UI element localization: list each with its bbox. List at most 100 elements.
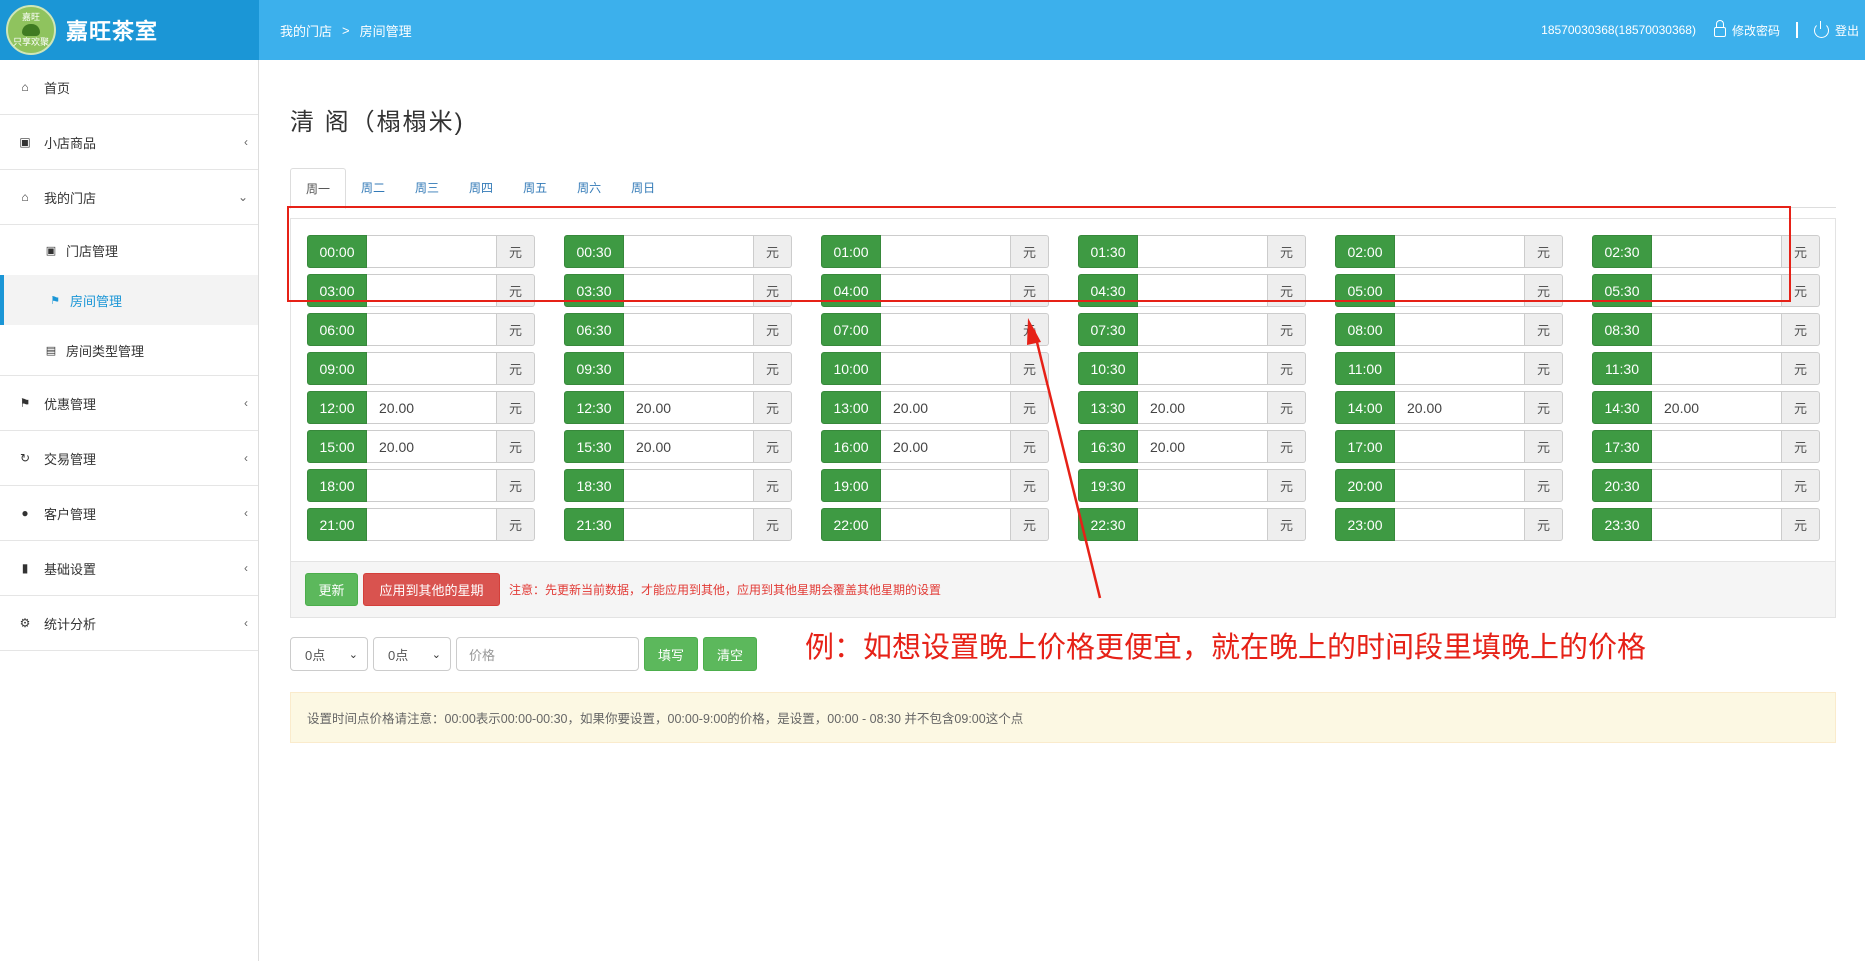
currency-unit: 元 xyxy=(497,313,535,346)
time-label: 21:00 xyxy=(307,508,367,541)
tab-wednesday[interactable]: 周三 xyxy=(400,168,454,208)
sidebar-item-room-type-management[interactable]: ▤ 房间类型管理 xyxy=(0,325,258,375)
price-field[interactable] xyxy=(881,352,1011,385)
sidebar-item-label: 我的门店 xyxy=(44,190,97,206)
price-field[interactable] xyxy=(624,313,754,346)
price-field[interactable] xyxy=(1652,430,1782,463)
sidebar-item-label: 房间类型管理 xyxy=(66,343,145,359)
clear-button[interactable]: 清空 xyxy=(703,637,757,671)
time-label: 08:30 xyxy=(1592,313,1652,346)
price-field[interactable] xyxy=(1395,430,1525,463)
currency-unit: 元 xyxy=(754,469,792,502)
batch-fill-tools: 0点 ⌄ 0点 ⌄ 价格 填写 清空 xyxy=(290,637,757,671)
logout-link[interactable]: 登出 xyxy=(1835,22,1859,39)
price-field[interactable] xyxy=(367,508,497,541)
price-field[interactable]: 20.00 xyxy=(881,391,1011,424)
currency-unit: 元 xyxy=(1011,391,1049,424)
price-field[interactable] xyxy=(1138,508,1268,541)
price-field[interactable] xyxy=(1395,508,1525,541)
price-field[interactable]: 20.00 xyxy=(624,391,754,424)
tab-tuesday[interactable]: 周二 xyxy=(346,168,400,208)
price-field[interactable]: 20.00 xyxy=(367,430,497,463)
time-slot: 23:00 元 xyxy=(1335,508,1563,541)
logo-badge: 嘉旺 只享欢聚 xyxy=(6,5,56,55)
currency-unit: 元 xyxy=(1782,508,1820,541)
price-field[interactable]: 20.00 xyxy=(1395,391,1525,424)
price-field[interactable] xyxy=(624,508,754,541)
time-slot: 14:00 20.00 元 xyxy=(1335,391,1563,424)
price-field[interactable] xyxy=(1395,352,1525,385)
sidebar-item-my-store[interactable]: ⌂ 我的门店 ⌄ xyxy=(0,170,258,225)
price-field[interactable] xyxy=(1138,313,1268,346)
price-field[interactable] xyxy=(1652,508,1782,541)
panel-footer: 更新 应用到其他的星期 注意：先更新当前数据，才能应用到其他，应用到其他星期会覆… xyxy=(291,561,1835,617)
change-password-link[interactable]: 修改密码 xyxy=(1732,22,1780,39)
time-slot: 10:00 元 xyxy=(821,352,1049,385)
fill-button[interactable]: 填写 xyxy=(644,637,698,671)
breadcrumb-separator: > xyxy=(342,22,350,38)
sidebar-item-statistics[interactable]: ⚙ 统计分析 ‹ xyxy=(0,596,258,651)
price-field[interactable] xyxy=(624,352,754,385)
tab-friday[interactable]: 周五 xyxy=(508,168,562,208)
user-area: 18570030368(18570030368) 修改密码 登出 xyxy=(1541,20,1859,39)
price-field[interactable] xyxy=(367,313,497,346)
currency-unit: 元 xyxy=(1268,430,1306,463)
tab-monday[interactable]: 周一 xyxy=(290,168,347,209)
price-field[interactable]: 20.00 xyxy=(1138,391,1268,424)
price-field[interactable] xyxy=(1652,352,1782,385)
tab-thursday[interactable]: 周四 xyxy=(454,168,508,208)
start-hour-select[interactable]: 0点 ⌄ xyxy=(290,637,368,671)
logo-area[interactable]: 嘉旺 只享欢聚 嘉旺茶室 xyxy=(0,0,259,60)
time-label: 20:00 xyxy=(1335,469,1395,502)
time-label: 11:30 xyxy=(1592,352,1652,385)
price-field[interactable]: 20.00 xyxy=(1138,430,1268,463)
time-label: 17:00 xyxy=(1335,430,1395,463)
apply-to-other-days-button[interactable]: 应用到其他的星期 xyxy=(363,573,500,606)
time-slot: 06:30 元 xyxy=(564,313,792,346)
price-field[interactable] xyxy=(881,469,1011,502)
price-field[interactable] xyxy=(367,469,497,502)
user-account: 18570030368(18570030368) xyxy=(1541,23,1696,37)
breadcrumb-my-store[interactable]: 我的门店 xyxy=(280,21,332,40)
currency-unit: 元 xyxy=(1011,430,1049,463)
price-input[interactable]: 价格 xyxy=(456,637,639,671)
time-slot: 11:00 元 xyxy=(1335,352,1563,385)
time-label: 23:00 xyxy=(1335,508,1395,541)
time-slot: 07:00 元 xyxy=(821,313,1049,346)
update-button[interactable]: 更新 xyxy=(305,573,358,606)
currency-unit: 元 xyxy=(754,352,792,385)
price-field[interactable]: 20.00 xyxy=(1652,391,1782,424)
sidebar-item-home[interactable]: ⌂ 首页 xyxy=(0,60,258,115)
price-field[interactable] xyxy=(1395,469,1525,502)
price-field[interactable]: 20.00 xyxy=(367,391,497,424)
price-field[interactable] xyxy=(881,508,1011,541)
price-field[interactable] xyxy=(1652,313,1782,346)
currency-unit: 元 xyxy=(1011,352,1049,385)
gift-icon: ▣ xyxy=(19,135,31,149)
price-field[interactable] xyxy=(624,469,754,502)
price-field[interactable] xyxy=(1395,313,1525,346)
sidebar-item-room-management[interactable]: ⚑ 房间管理 xyxy=(0,275,258,325)
sidebar-item-customers[interactable]: ● 客户管理 ‹ xyxy=(0,486,258,541)
sidebar-item-store-management[interactable]: ▣ 门店管理 xyxy=(0,225,258,275)
sidebar-item-shop-products[interactable]: ▣ 小店商品 ‹ xyxy=(0,115,258,170)
sidebar-item-transactions[interactable]: ↻ 交易管理 ‹ xyxy=(0,431,258,486)
time-slot: 12:30 20.00 元 xyxy=(564,391,792,424)
sidebar-item-promotions[interactable]: ⚑ 优惠管理 ‹ xyxy=(0,376,258,431)
price-field[interactable] xyxy=(367,352,497,385)
tab-saturday[interactable]: 周六 xyxy=(562,168,616,208)
price-field[interactable] xyxy=(1138,469,1268,502)
chevron-left-icon: ‹ xyxy=(244,396,248,410)
tab-sunday[interactable]: 周日 xyxy=(616,168,670,208)
price-field[interactable] xyxy=(881,313,1011,346)
currency-unit: 元 xyxy=(1011,313,1049,346)
sidebar-item-label: 优惠管理 xyxy=(44,396,97,412)
end-hour-select[interactable]: 0点 ⌄ xyxy=(373,637,451,671)
sidebar-item-basic-settings[interactable]: ▮ 基础设置 ‹ xyxy=(0,541,258,596)
price-field[interactable]: 20.00 xyxy=(624,430,754,463)
price-field[interactable]: 20.00 xyxy=(881,430,1011,463)
price-field[interactable] xyxy=(1652,469,1782,502)
time-label: 16:30 xyxy=(1078,430,1138,463)
time-slot: 13:30 20.00 元 xyxy=(1078,391,1306,424)
price-field[interactable] xyxy=(1138,352,1268,385)
